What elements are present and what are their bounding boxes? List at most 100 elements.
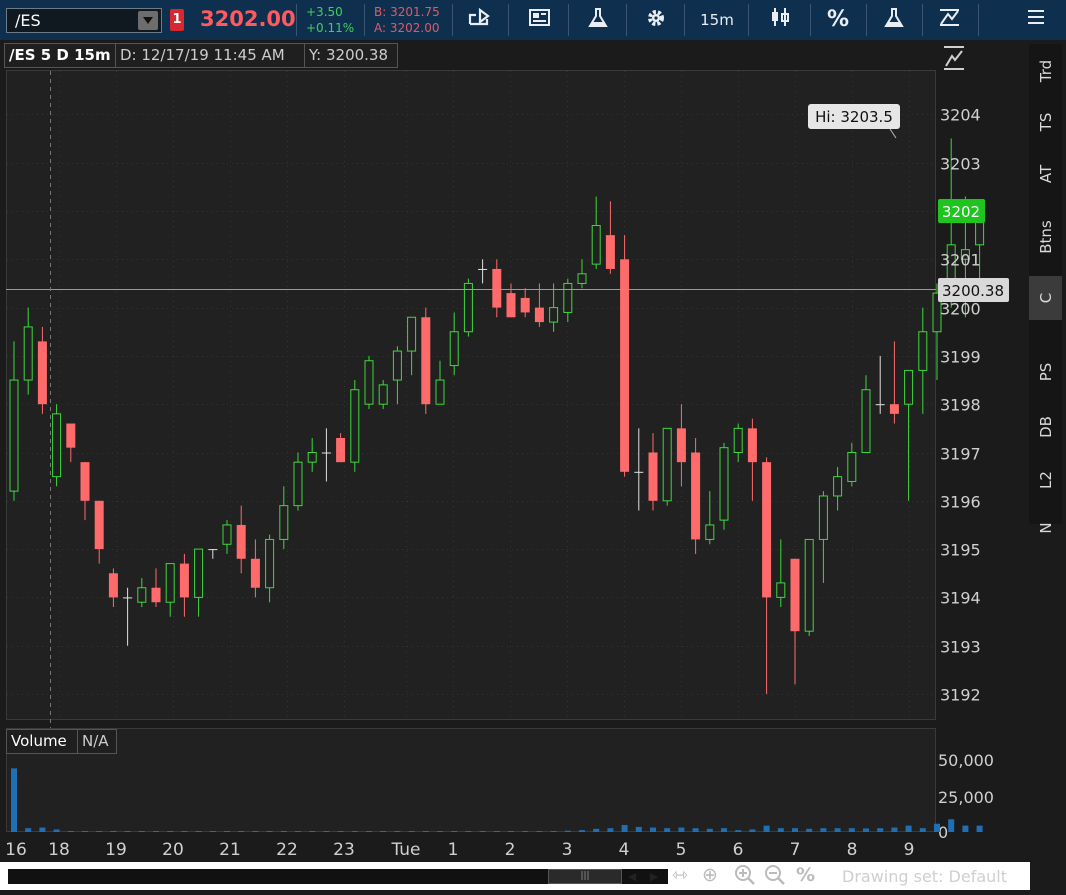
volume-axis: 50,000 25,000 0 [938, 751, 994, 842]
candle-body [478, 268, 488, 270]
tab-label: TS [1036, 112, 1055, 132]
candle-body [350, 389, 360, 463]
time-tick-label: 22 [276, 840, 298, 860]
current-price-label: 3202 [942, 203, 980, 221]
volume-tick-label: 25,000 [938, 788, 994, 807]
candle-body [236, 524, 246, 559]
price-tick-label: 3203 [940, 155, 981, 174]
candle-body [279, 505, 289, 540]
candle-body [889, 404, 899, 414]
high-marker: Hi: 3203.5 [808, 104, 900, 139]
drawing-set-selector[interactable]: Drawing set: Default [842, 867, 1007, 886]
candle-body [307, 452, 317, 463]
candle-body [733, 427, 743, 454]
candle-body [250, 558, 260, 588]
time-tick-label: 7 [790, 840, 801, 860]
crosshair-button[interactable]: ⊕ [702, 864, 718, 886]
tab-c[interactable]: C [1029, 276, 1062, 320]
volume-label: Volume [6, 729, 78, 754]
tab-label: PS [1036, 362, 1055, 382]
candle-body [449, 331, 459, 367]
time-axis: 16 18 19 20 21 22 23 Tue 1 2 3 4 5 6 7 8 9 [5, 840, 914, 860]
candles [9, 138, 985, 694]
price-tick-label: 3200 [940, 300, 981, 319]
tab-ps[interactable]: PS [1029, 344, 1062, 400]
candle-body [392, 350, 402, 381]
scroll-thumb[interactable]: ||| [548, 869, 622, 884]
candle-body [378, 384, 388, 405]
time-tick-label: 5 [676, 840, 687, 860]
candle-body [9, 379, 19, 492]
candle-body [591, 224, 601, 265]
candle-body [293, 461, 303, 507]
candle-body [804, 538, 814, 632]
candle-body [108, 573, 118, 598]
tab-label: L2 [1036, 471, 1055, 489]
crosshair-icon: ⊕ [702, 864, 718, 886]
fit-chart-button[interactable]: ⇿ [672, 864, 688, 886]
chart-grid [7, 71, 935, 831]
candle-body [833, 476, 843, 497]
candle-body [904, 369, 914, 405]
scroll-right-button[interactable]: ▶ [646, 868, 662, 885]
price-tick-label: 3204 [940, 106, 981, 125]
price-axis: 3192 3193 3194 3195 3196 3197 3198 3199 3200 3201… [940, 106, 981, 705]
time-tick-label: 16 [5, 840, 27, 860]
candle-body [321, 452, 331, 454]
tab-db[interactable]: DB [1029, 400, 1062, 454]
crosshair-price-marker: 3200.38 [938, 278, 1009, 302]
scroll-left-button[interactable]: ◀ [624, 868, 640, 885]
tab-n[interactable]: N [1029, 506, 1062, 550]
candle-body [463, 282, 473, 333]
time-tick-label: 20 [162, 840, 184, 860]
candle-body [762, 462, 772, 598]
volume-tick-label: 0 [938, 823, 948, 842]
candle-body [80, 462, 90, 501]
high-label: Hi: 3203.5 [815, 108, 893, 126]
candle-body [520, 297, 530, 313]
price-tick-label: 3197 [940, 445, 981, 464]
percent-view-button[interactable]: % [796, 864, 815, 886]
time-tick-label: 19 [105, 840, 127, 860]
candle-body [719, 447, 729, 521]
candle-body [861, 389, 871, 453]
tab-label: C [1036, 292, 1055, 304]
tab-label: Btns [1036, 220, 1055, 254]
tab-trd[interactable]: Trd [1029, 44, 1062, 98]
candle-body [605, 235, 615, 269]
crosshair-price-label: 3200.38 [942, 282, 1004, 300]
price-tick-label: 3192 [940, 686, 981, 705]
tab-ts[interactable]: TS [1029, 96, 1062, 148]
zoom-in-button[interactable] [734, 864, 756, 891]
candle-body [222, 524, 232, 545]
candle-body [23, 326, 33, 381]
candle-body [847, 452, 857, 482]
candle-body [407, 316, 417, 352]
tab-l2[interactable]: L2 [1029, 454, 1062, 506]
tab-label: N [1036, 522, 1055, 534]
tab-at[interactable]: AT [1029, 148, 1062, 200]
time-tick-label: 9 [904, 840, 915, 860]
tab-label: Trd [1036, 59, 1055, 83]
zoom-in-icon [735, 865, 755, 885]
candle-body [918, 331, 928, 371]
candle-body [151, 587, 161, 603]
candle-body [66, 423, 76, 448]
candle-body [208, 549, 218, 551]
candle-body [634, 471, 644, 473]
time-tick-label: 18 [48, 840, 70, 860]
tab-label: AT [1036, 164, 1055, 184]
candle-body [194, 548, 204, 598]
zoom-out-button[interactable] [764, 864, 786, 891]
volume-value: N/A [77, 729, 117, 754]
candle-body [705, 524, 715, 540]
candle-body [137, 587, 147, 603]
time-tick-label: 3 [562, 840, 573, 860]
volume-panel[interactable] [6, 728, 936, 832]
tab-btns[interactable]: Btns [1029, 202, 1062, 272]
price-tick-label: 3201 [940, 251, 981, 270]
candle-body [165, 563, 175, 603]
tab-label: DB [1036, 416, 1055, 438]
candle-body [549, 307, 559, 323]
candle-body [336, 438, 346, 463]
